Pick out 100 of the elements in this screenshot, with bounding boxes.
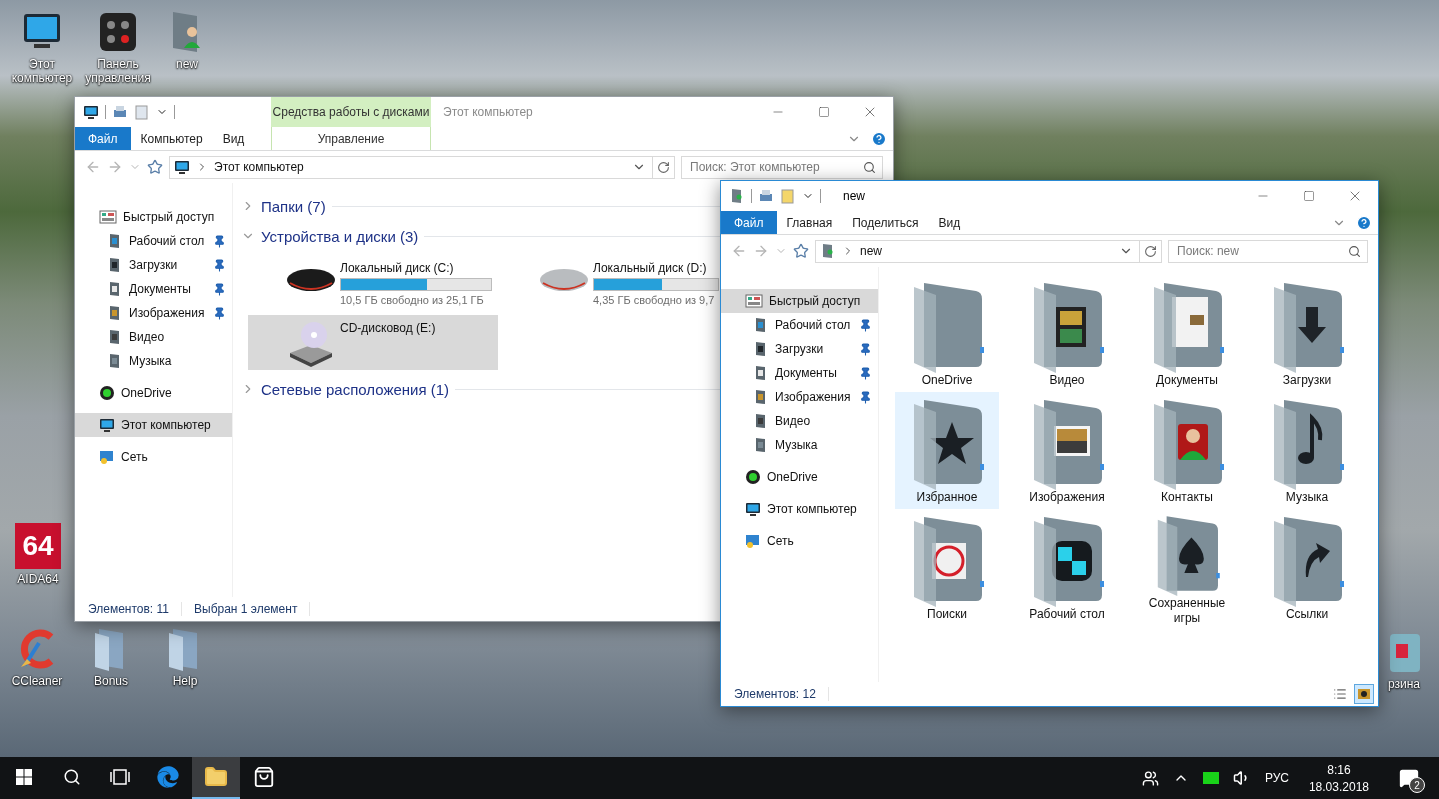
folder-item[interactable]: Рабочий стол [1015, 509, 1119, 626]
nav-item[interactable]: OneDrive [75, 381, 232, 405]
address-bar[interactable]: Этот компьютер [169, 155, 675, 179]
status-text: Элементов: 11 [88, 602, 182, 616]
nav-item[interactable]: Изображения [75, 301, 232, 325]
nav-item[interactable]: Изображения [721, 385, 878, 409]
maximize-icon [1303, 190, 1315, 202]
folder-item[interactable]: Ссылки [1255, 509, 1359, 626]
monitor-icon [83, 104, 99, 120]
windows-logo-icon [16, 769, 32, 785]
back-button[interactable] [731, 243, 747, 259]
ribbon-tab[interactable]: Вид [212, 127, 255, 150]
star-button[interactable] [147, 159, 163, 175]
monitor-icon [99, 417, 115, 433]
nav-item[interactable]: Рабочий стол [75, 229, 232, 253]
status-text: Элементов: 12 [734, 687, 829, 701]
nav-item[interactable]: Документы [75, 277, 232, 301]
folder-item[interactable]: Сохраненные игры [1135, 509, 1239, 626]
ribbon-tab[interactable]: Поделиться [842, 211, 929, 234]
folder-item[interactable]: Контакты [1135, 392, 1239, 509]
notifications-button[interactable]: 2 [1389, 761, 1429, 795]
file-menu-button[interactable]: Файл [721, 211, 777, 234]
taskbar-button[interactable] [192, 757, 240, 799]
folder-item[interactable]: Поиски [895, 509, 999, 626]
nav-item[interactable]: Видео [75, 325, 232, 349]
task-view-icon [109, 769, 131, 785]
folder-item[interactable]: Видео [1015, 275, 1119, 392]
desktop-icon[interactable]: Bonus [74, 627, 148, 688]
quick-access-icon [99, 209, 117, 225]
help-icon[interactable] [871, 130, 887, 147]
nav-item[interactable]: Документы [721, 361, 878, 385]
nav-item[interactable]: Музыка [721, 433, 878, 457]
drive-tile[interactable]: Локальный диск (D:) 4,35 ГБ свободно из 9,7 [501, 255, 719, 305]
drive-tile[interactable]: Локальный диск (C:) 10,5 ГБ свободно из 25,1 ГБ [248, 255, 498, 305]
nav-item[interactable]: Этот компьютер [721, 497, 878, 521]
window-title: new [842, 188, 866, 205]
folder-item[interactable]: OneDrive [895, 275, 999, 392]
desktop-icon[interactable]: CCleaner [0, 627, 74, 688]
nav-item[interactable]: Сеть [721, 529, 878, 553]
folder-item[interactable]: Документы [1135, 275, 1239, 392]
search-icon [63, 768, 81, 786]
nav-item[interactable]: Быстрый доступ [75, 205, 232, 229]
file-menu-button[interactable]: Файл [75, 127, 131, 150]
nav-item[interactable]: OneDrive [721, 465, 878, 489]
refresh-icon [1144, 244, 1157, 258]
nav-item[interactable]: Видео [721, 409, 878, 433]
arrow-right-icon [107, 159, 123, 175]
folder-item[interactable]: Загрузки [1255, 275, 1359, 392]
folder-item[interactable]: Музыка [1255, 392, 1359, 509]
search-field[interactable]: Поиск: Этот компьютер [681, 155, 883, 179]
ribbon-tab[interactable]: Вид [928, 211, 971, 234]
cloud-drive-icon [99, 385, 115, 401]
nav-item[interactable]: Быстрый доступ [721, 289, 878, 313]
clock[interactable]: 8:16 18.03.2018 [1302, 762, 1375, 794]
arrow-left-icon [85, 159, 101, 175]
browser-e-icon [157, 766, 179, 788]
forward-button[interactable] [107, 159, 123, 175]
drive-tile[interactable]: CD-дисковод (E:) [248, 315, 498, 370]
help-icon[interactable] [1356, 214, 1372, 231]
forward-button[interactable] [753, 243, 769, 259]
network-icon [99, 449, 115, 465]
nav-item[interactable]: Сеть [75, 445, 232, 469]
picture-icon [1357, 687, 1371, 701]
nav-item[interactable]: Рабочий стол [721, 313, 878, 337]
folder-item[interactable]: Избранное [895, 392, 999, 509]
language-indicator: РУС [1264, 771, 1289, 785]
search-icon [1348, 244, 1361, 258]
desktop-icon[interactable]: Help [148, 627, 222, 688]
folder-item[interactable]: Изображения [1015, 392, 1119, 509]
star-icon [147, 159, 163, 175]
nav-item[interactable]: Этот компьютер [75, 413, 232, 437]
monitor-icon [174, 159, 190, 175]
context-tab-group-label: Средства работы с дисками [271, 97, 431, 127]
large-icons-view-button[interactable] [1354, 684, 1374, 704]
desktop-icon[interactable]: 64 AIDA64 [1, 523, 75, 586]
address-bar[interactable]: new [815, 239, 1162, 263]
back-button[interactable] [85, 159, 101, 175]
star-icon [793, 243, 809, 259]
monitor-icon [745, 501, 761, 517]
app-logo: 64 [15, 523, 61, 569]
group-header[interactable]: Сетевые расположения (1) [241, 374, 450, 404]
cloud-drive-icon [745, 469, 761, 485]
quick-access-icon [745, 293, 763, 309]
list-icon [1333, 687, 1347, 701]
people-icon[interactable] [1141, 769, 1159, 787]
nav-item[interactable]: Музыка [75, 349, 232, 373]
maximize-icon [818, 106, 830, 118]
star-button[interactable] [793, 243, 809, 259]
ribbon-tab[interactable]: Компьютер [130, 127, 213, 150]
shopping-bag-icon [253, 766, 275, 788]
search-field[interactable]: Поиск: new [1168, 239, 1368, 263]
status-text: Выбран 1 элемент [194, 602, 311, 616]
desktop-icon[interactable]: рзина [1381, 630, 1427, 691]
nav-item[interactable]: Загрузки [75, 253, 232, 277]
nav-item[interactable]: Загрузки [721, 337, 878, 361]
ribbon-tab[interactable]: Главная [776, 211, 843, 234]
folder-icon [204, 765, 228, 789]
battery-icon[interactable] [1202, 772, 1219, 784]
group-header[interactable]: Папки (7) [241, 191, 326, 221]
group-header[interactable]: Устройства и диски (3) [241, 221, 419, 251]
